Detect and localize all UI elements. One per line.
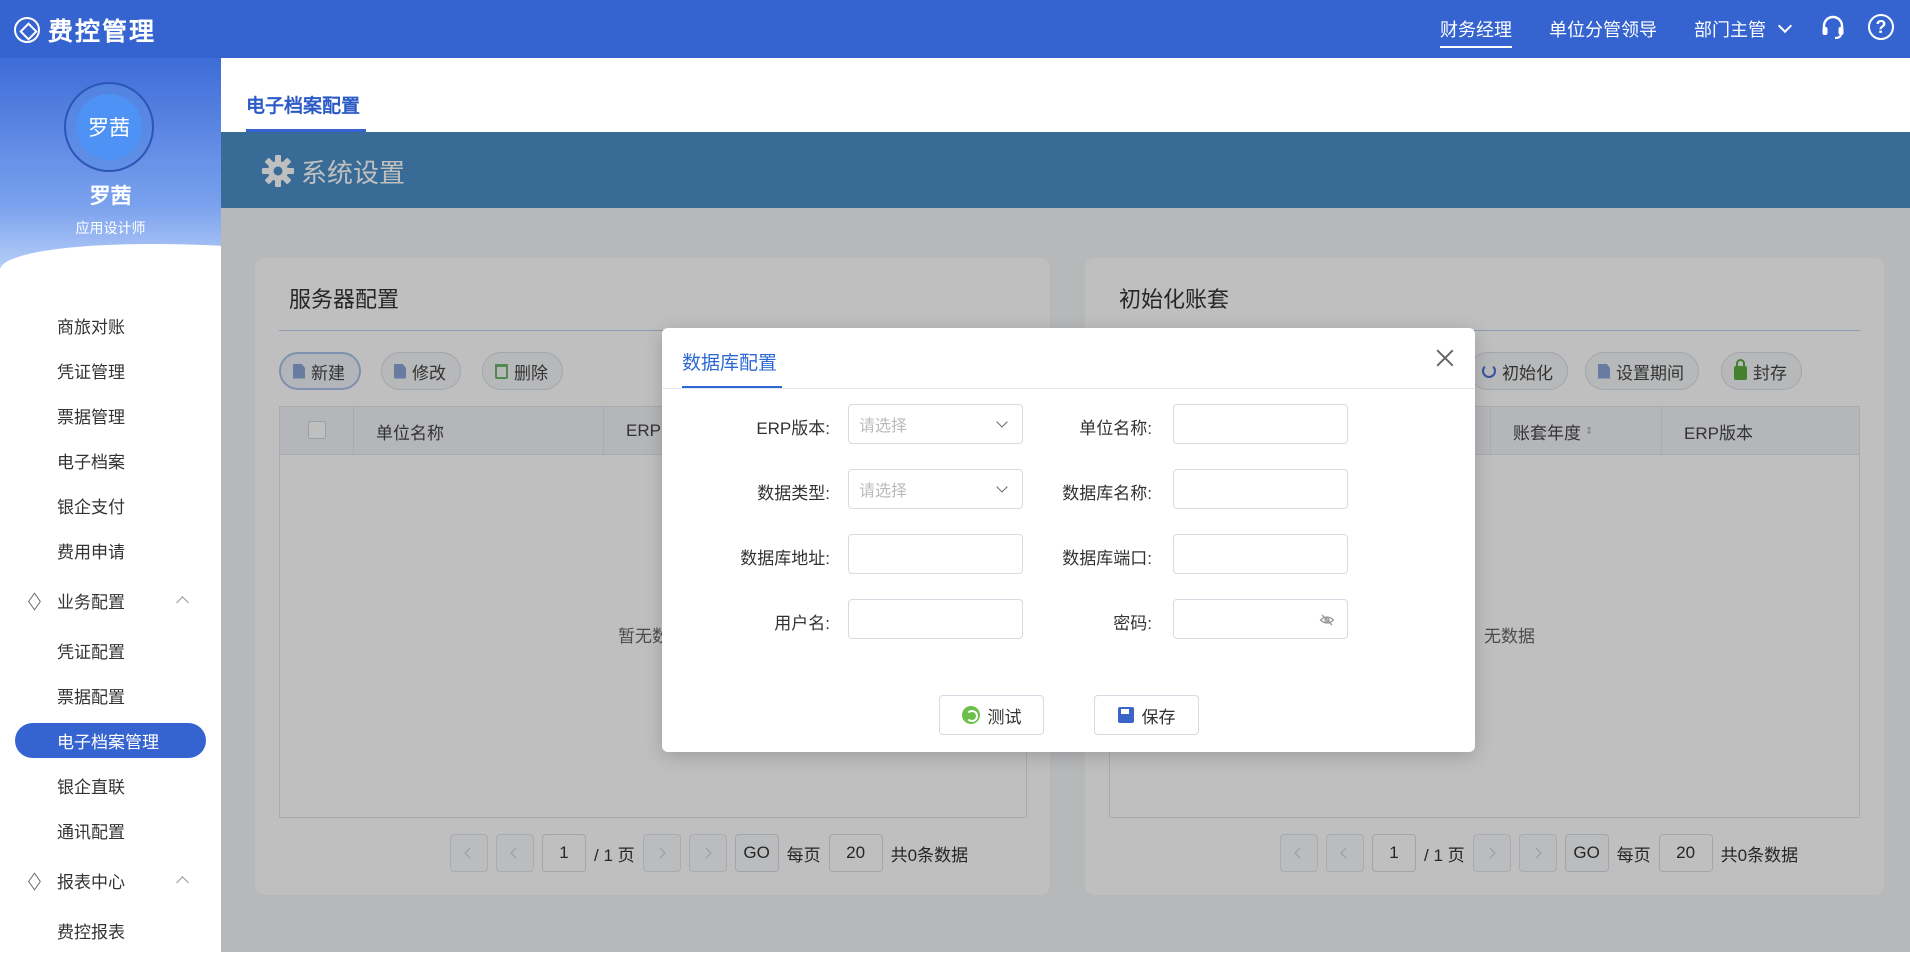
headset-icon[interactable]	[1820, 14, 1846, 40]
dialog-divider	[662, 388, 1475, 389]
role-finance-manager[interactable]: 财务经理	[1440, 0, 1512, 58]
close-icon[interactable]	[1433, 346, 1457, 370]
chevron-up-icon	[176, 876, 189, 889]
sidebar-item-travel-reconcile[interactable]: 商旅对账	[0, 303, 221, 348]
sidebar-item-invoice-config[interactable]: 票据配置	[0, 673, 221, 718]
sidebar-group-reports-label: 报表中心	[57, 873, 125, 892]
user-title: 应用设计师	[75, 220, 146, 236]
sidebar-item-voucher-mgmt[interactable]: 凭证管理	[0, 348, 221, 393]
test-button[interactable]: 测试	[939, 695, 1044, 735]
brand-logo-icon	[14, 17, 40, 43]
unit-name-input[interactable]	[1173, 404, 1348, 444]
sidebar: 罗茜 罗茜 应用设计师 商旅对账 凭证管理 票据管理 电子档案 银企支付 费用申…	[0, 58, 221, 969]
sidebar-group-business[interactable]: 业务配置	[0, 573, 221, 628]
sidebar-item-expense-report[interactable]: 费控报表	[0, 908, 221, 953]
sidebar-item-e-archive[interactable]: 电子档案	[0, 438, 221, 483]
sidebar-item-voucher-config[interactable]: 凭证配置	[0, 628, 221, 673]
sidebar-item-comm-config[interactable]: 通讯配置	[0, 808, 221, 853]
db-name-label: 数据库名称:	[1062, 484, 1152, 503]
test-connection-icon	[961, 706, 980, 724]
db-port-label: 数据库端口:	[1062, 549, 1152, 568]
save-icon	[1117, 707, 1134, 723]
test-button-label: 测试	[987, 707, 1022, 727]
help-icon[interactable]: ?	[1868, 14, 1894, 40]
db-type-label: 数据类型:	[757, 484, 830, 503]
sidebar-item-expense-request[interactable]: 费用申请	[0, 528, 221, 573]
sidebar-group-reports[interactable]: 报表中心	[0, 853, 221, 908]
sidebar-item-invoice-mgmt[interactable]: 票据管理	[0, 393, 221, 438]
erp-version-label: ERP版本:	[756, 419, 830, 438]
save-button-label: 保存	[1141, 707, 1176, 727]
sidebar-item-bank-direct[interactable]: 银企直联	[0, 763, 221, 808]
eye-off-icon[interactable]	[1319, 612, 1335, 628]
user-name: 罗茜	[89, 185, 132, 208]
db-name-input[interactable]	[1173, 469, 1348, 509]
layers-icon	[28, 874, 42, 888]
role-switcher: 财务经理 单位分管领导 部门主管	[1440, 0, 1793, 58]
layers-icon	[28, 594, 42, 608]
avatar[interactable]: 罗茜	[76, 94, 142, 160]
sidebar-nav: 商旅对账 凭证管理 票据管理 电子档案 银企支付 费用申请 业务配置 凭证配置 …	[0, 303, 221, 953]
role-dept-head[interactable]: 部门主管	[1694, 0, 1793, 58]
username-label: 用户名:	[774, 614, 830, 633]
sidebar-group-business-label: 业务配置	[57, 593, 125, 612]
bottom-strip	[221, 952, 1910, 969]
db-type-placeholder: 请选择	[859, 483, 908, 500]
password-input[interactable]	[1173, 599, 1348, 639]
tab-bar: 电子档案配置	[221, 58, 1910, 132]
top-bar: 费控管理 财务经理 单位分管领导 部门主管 ?	[0, 0, 1910, 58]
chevron-up-icon	[176, 596, 189, 609]
erp-version-placeholder: 请选择	[859, 418, 908, 435]
avatar-ring: 罗茜	[64, 82, 154, 172]
role-dept-head-label: 部门主管	[1694, 20, 1766, 40]
dialog-title: 数据库配置	[682, 353, 778, 374]
dialog-title-underline	[682, 386, 782, 388]
db-port-input[interactable]	[1173, 534, 1348, 574]
brand-title: 费控管理	[48, 18, 157, 46]
save-button[interactable]: 保存	[1094, 695, 1199, 735]
chevron-down-icon	[1777, 18, 1793, 34]
brand[interactable]: 费控管理	[14, 12, 156, 48]
role-unit-leader[interactable]: 单位分管领导	[1549, 0, 1657, 58]
tab-e-archive-config[interactable]: 电子档案配置	[246, 91, 360, 118]
unit-name-label: 单位名称:	[1079, 419, 1152, 438]
db-address-label: 数据库地址:	[740, 549, 830, 568]
user-profile: 罗茜 罗茜 应用设计师	[0, 58, 221, 268]
sidebar-item-e-archive-mgmt[interactable]: 电子档案管理	[15, 723, 206, 758]
password-label: 密码:	[1113, 614, 1152, 633]
db-config-dialog: 数据库配置 ERP版本: 请选择 单位名称: 数据类型: 请选择 数据库名称: …	[662, 328, 1475, 752]
sidebar-item-bank-payment[interactable]: 银企支付	[0, 483, 221, 528]
